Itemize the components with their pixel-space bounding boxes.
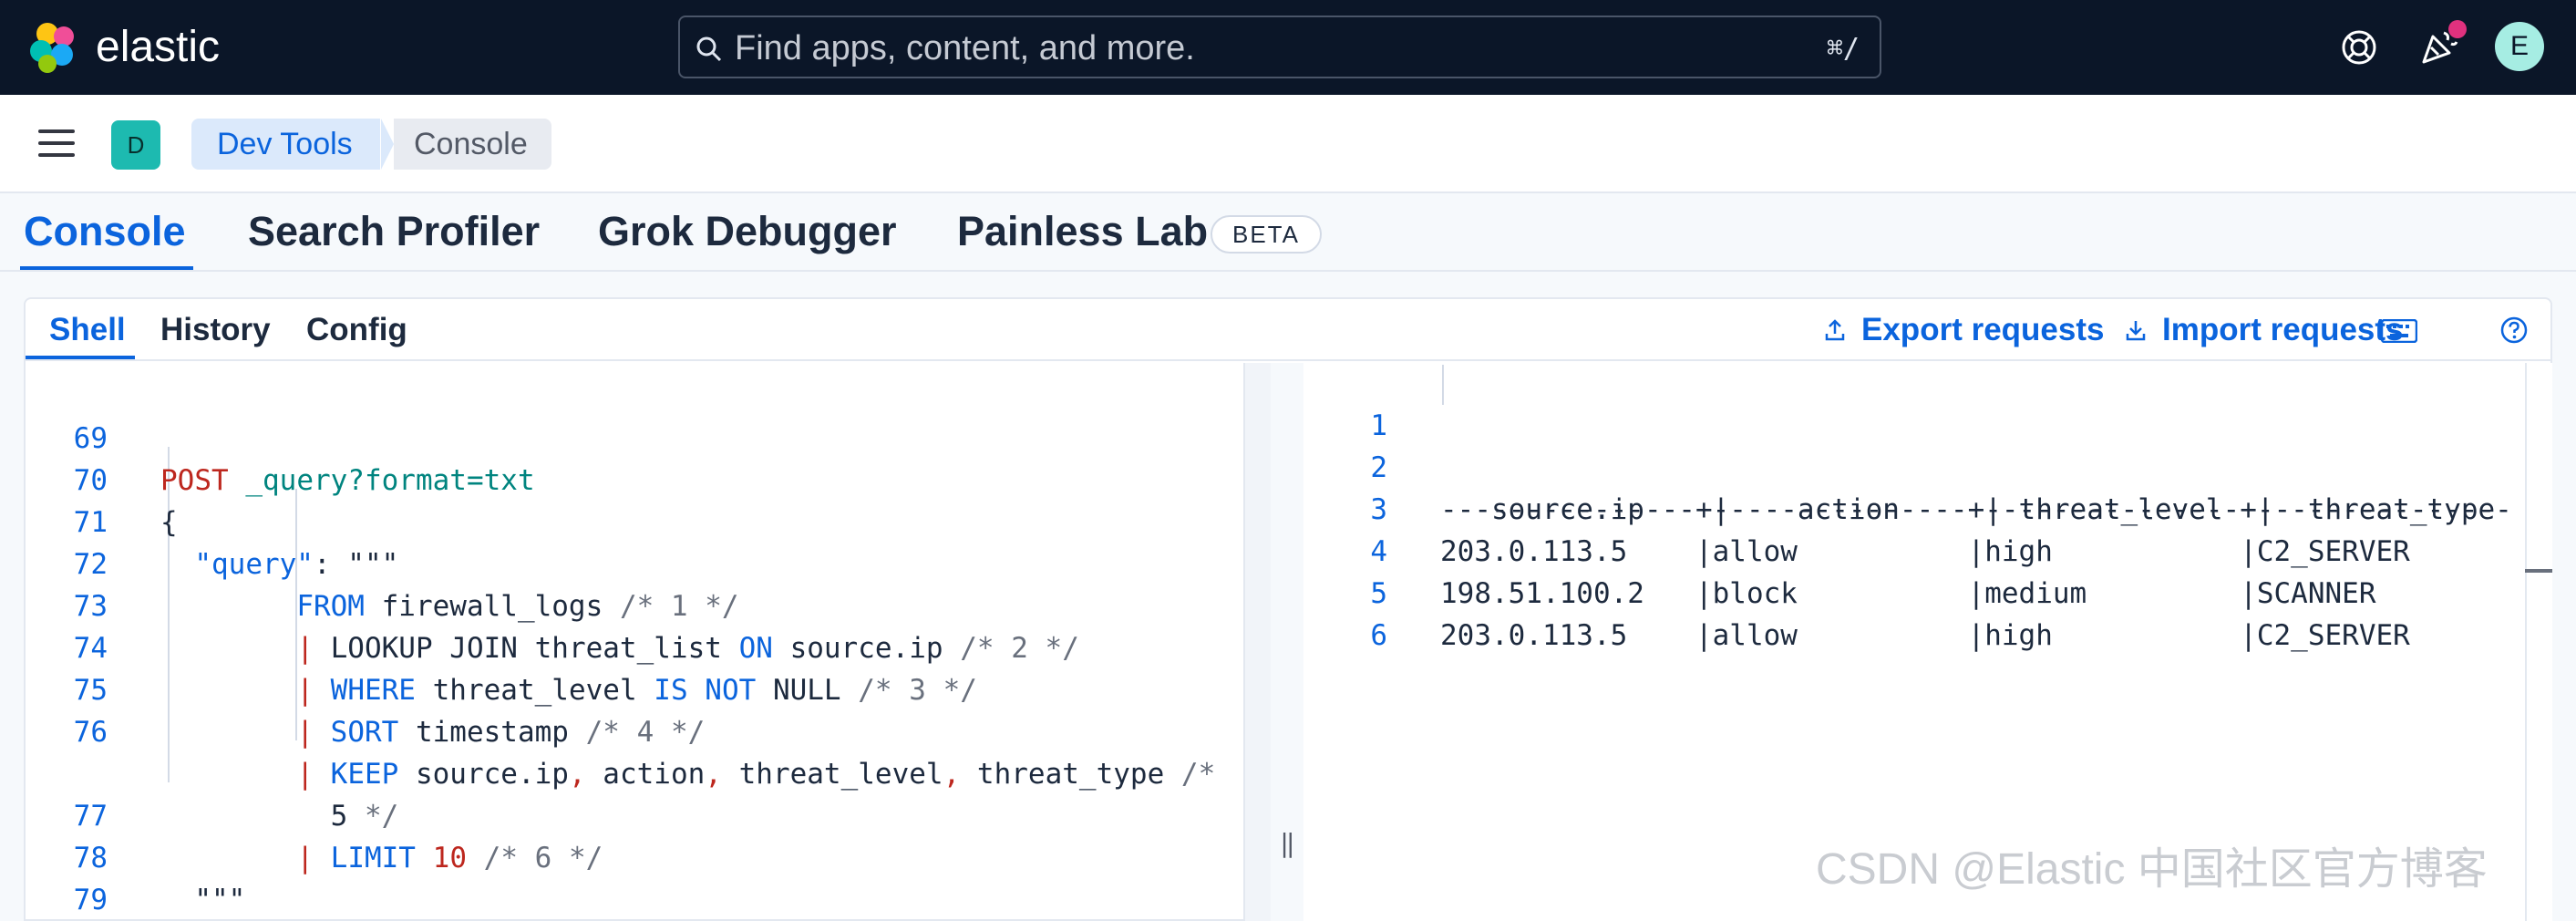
code-line: 5 */ bbox=[26, 711, 399, 833]
resize-handle-icon[interactable]: ‖ bbox=[1280, 828, 1295, 858]
search-placeholder: Find apps, content, and more. bbox=[735, 29, 1195, 67]
breadcrumb-console: Console bbox=[394, 119, 551, 170]
code-line: 71 "query": """ bbox=[26, 460, 399, 581]
output-line: 3 203.0.113.5 |allow |high |C2_SERVER bbox=[1303, 447, 2410, 568]
export-icon bbox=[1825, 319, 1845, 341]
output-line: 1 source.ip | action | threat_level | th… bbox=[1303, 363, 2495, 526]
output-scrollbar[interactable] bbox=[2525, 363, 2552, 921]
active-tab-indicator bbox=[20, 266, 193, 270]
space-avatar[interactable]: D bbox=[111, 120, 160, 170]
console-tabs: Shell History Config Export requests Imp… bbox=[26, 299, 2550, 361]
global-search-input[interactable]: Find apps, content, and more. ⌘/ bbox=[678, 16, 1881, 78]
user-avatar[interactable]: E bbox=[2495, 22, 2544, 71]
indent-guide bbox=[1442, 365, 1444, 405]
import-icon bbox=[2126, 321, 2146, 341]
output-line: 5 203.0.113.5 |allow |high |C2_SERVER bbox=[1303, 531, 2410, 652]
tab-painless-lab[interactable]: Painless Lab bbox=[957, 206, 1208, 257]
response-output[interactable]: 1 source.ip | action | threat_level | th… bbox=[1303, 363, 2525, 921]
keyboard-shortcuts-icon[interactable] bbox=[2381, 319, 2417, 343]
beta-badge: BETA bbox=[1211, 215, 1322, 254]
code-line: 74 | WHERE threat_level IS NOT NULL /* 3… bbox=[26, 585, 977, 707]
search-shortcut: ⌘/ bbox=[1826, 33, 1860, 65]
code-line: 72 FROM firewall_logs /* 1 */ bbox=[26, 502, 739, 623]
active-subtab-indicator bbox=[26, 356, 135, 359]
elastic-logo-icon[interactable] bbox=[27, 20, 82, 75]
breadcrumb-separator bbox=[381, 119, 394, 170]
code-text: | LIMIT 10 /* 6 */ bbox=[296, 842, 603, 874]
code-text: | LOOKUP JOIN threat_list ON source.ip /… bbox=[296, 632, 1079, 665]
help-icon[interactable] bbox=[2339, 27, 2379, 67]
code-text: """ bbox=[160, 884, 246, 916]
output-line: 4 198.51.100.2 |block |medium |SCANNER bbox=[1303, 489, 2375, 610]
output-text: 198.51.100.2 |block |medium |SCANNER bbox=[1440, 577, 2376, 610]
code-line: 76 | KEEP source.ip, action, threat_leve… bbox=[26, 669, 1216, 791]
breadcrumb-dev-tools[interactable]: Dev Tools bbox=[191, 119, 380, 170]
code-text: | WHERE threat_level IS NOT NULL /* 3 */ bbox=[296, 674, 977, 707]
request-editor[interactable]: 69 POST _query?format=txt 70 { 71 "query… bbox=[26, 363, 1243, 921]
output-line: 2 ---------------+---------------+------… bbox=[1303, 405, 2511, 526]
tab-console[interactable]: Console bbox=[24, 206, 186, 257]
code-line: 78 """ bbox=[26, 795, 246, 916]
breadcrumb-bar: D Dev Tools Console bbox=[0, 95, 2576, 193]
output-line: 6 bbox=[1303, 573, 1387, 652]
tab-search-profiler[interactable]: Search Profiler bbox=[248, 206, 540, 257]
code-line: 73 | LOOKUP JOIN threat_list ON source.i… bbox=[26, 543, 1079, 665]
watermark: CSDN @Elastic 中国社区官方博客 bbox=[1816, 845, 2488, 894]
tab-grok-debugger[interactable]: Grok Debugger bbox=[598, 206, 897, 257]
code-text: | SORT timestamp /* 4 */ bbox=[296, 716, 706, 749]
export-requests-button[interactable]: Export requests bbox=[1861, 310, 2104, 350]
menu-icon[interactable] bbox=[38, 129, 75, 159]
code-text: POST _query?format=txt bbox=[160, 464, 535, 497]
scrollbar-marker bbox=[2525, 569, 2552, 573]
code-text: 5 */ bbox=[160, 800, 399, 833]
code-line: 75 | SORT timestamp /* 4 */ bbox=[26, 627, 706, 749]
search-icon bbox=[696, 36, 722, 62]
code-line: 80 bbox=[26, 879, 94, 921]
tab-config[interactable]: Config bbox=[306, 310, 407, 350]
help-question-icon[interactable] bbox=[2499, 316, 2529, 345]
code-line: 79 } bbox=[26, 837, 108, 916]
output-text: 203.0.113.5 |allow |high |C2_SERVER bbox=[1440, 619, 2410, 652]
output-text: ---------------+---------------+--------… bbox=[1440, 493, 2512, 526]
code-text: { bbox=[160, 506, 178, 539]
line-number: 6 bbox=[1370, 619, 1387, 652]
code-text: FROM firewall_logs /* 1 */ bbox=[296, 590, 739, 623]
import-requests-button[interactable]: Import requests bbox=[2162, 310, 2404, 350]
code-line: 70 { bbox=[26, 418, 178, 539]
dev-tools-tabs: Console Search Profiler Grok Debugger Pa… bbox=[0, 193, 2576, 272]
editor-scrollbar[interactable] bbox=[1243, 363, 1271, 921]
code-line: 69 POST _query?format=txt bbox=[26, 376, 535, 497]
code-text: "query": """ bbox=[194, 548, 399, 581]
top-header: elastic Find apps, content, and more. ⌘/… bbox=[0, 0, 2576, 95]
notification-dot bbox=[2448, 20, 2467, 38]
code-text: | KEEP source.ip, action, threat_level, … bbox=[296, 758, 1216, 791]
tab-shell[interactable]: Shell bbox=[49, 310, 126, 350]
app-name: elastic bbox=[96, 23, 221, 71]
output-text: 203.0.113.5 |allow |high |C2_SERVER bbox=[1440, 535, 2410, 568]
code-line: 77 | LIMIT 10 /* 6 */ bbox=[26, 753, 603, 874]
tab-history[interactable]: History bbox=[160, 310, 271, 350]
